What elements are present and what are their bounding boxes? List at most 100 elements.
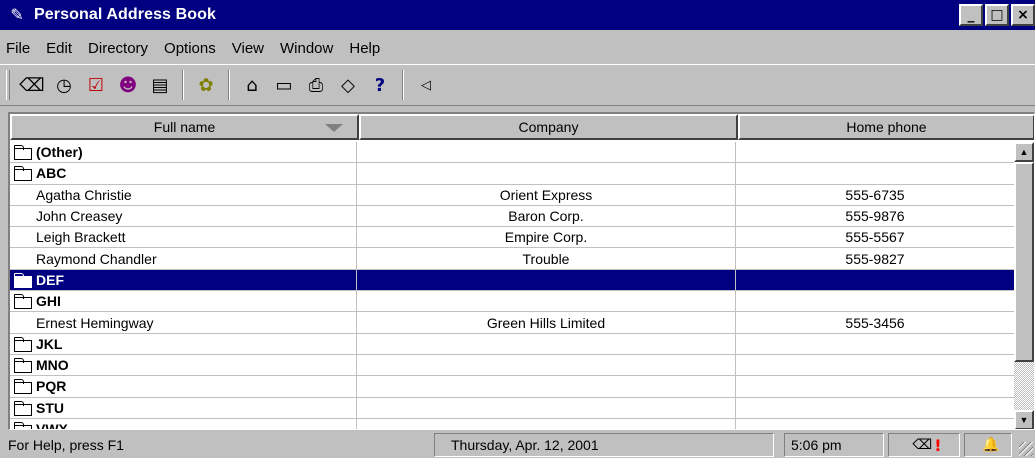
scroll-up-button[interactable]: ▲ <box>1014 142 1034 162</box>
cell-company <box>357 333 736 354</box>
cell-company: Empire Corp. <box>357 227 736 248</box>
scroll-down-button[interactable]: ▼ <box>1014 410 1034 429</box>
row-name-text: Agatha Christie <box>36 186 132 203</box>
cell-full-name: Ernest Hemingway <box>10 312 357 333</box>
cell-home-phone: 555-9876 <box>845 208 905 225</box>
cell-home-phone: 555-9827 <box>845 250 905 267</box>
table-row[interactable]: John Creasey Baron Corp. 555-9876 <box>10 205 1014 228</box>
table-row[interactable]: Agatha Christie Orient Express 555-6735 <box>10 184 1014 206</box>
group-row[interactable]: PQR <box>10 376 1014 398</box>
checkbox-icon[interactable]: ☑ <box>83 71 109 99</box>
cell-full-name: Agatha Christie <box>10 184 357 205</box>
address-book-icon[interactable]: ✎ <box>6 4 28 26</box>
cell-home-phone <box>736 163 1014 183</box>
table-row[interactable]: Raymond Chandler Trouble 555-9827 <box>10 248 1014 270</box>
table-row[interactable]: Ernest Hemingway Green Hills Limited 555-3… <box>10 312 1014 334</box>
address-card-icon[interactable]: ▤ <box>147 71 173 99</box>
group-row[interactable]: JKL <box>10 333 1014 355</box>
minimize-button[interactable]: _ <box>959 4 983 26</box>
open-folder-icon[interactable] <box>14 166 32 182</box>
toolbar-grip[interactable] <box>6 70 10 100</box>
folder-icon[interactable] <box>14 400 32 416</box>
group-row[interactable]: DEF <box>10 269 1014 292</box>
eraser-icon: ⌫ <box>912 437 933 453</box>
help-icon[interactable]: ? <box>367 71 393 99</box>
folder-icon[interactable] <box>14 336 32 352</box>
column-header-label: Full name <box>153 119 216 135</box>
group-row[interactable]: (Other) <box>10 142 1014 164</box>
row-name-text: MNO <box>36 357 69 374</box>
tag-icon[interactable]: ◇ <box>335 71 361 99</box>
cell-company: Baron Corp. <box>357 205 736 227</box>
open-folder-icon[interactable] <box>14 294 32 310</box>
cell-company <box>357 142 736 163</box>
cell-company <box>357 418 736 429</box>
clock-icon[interactable]: ◷ <box>51 71 77 99</box>
menu-window[interactable]: Window <box>272 40 341 57</box>
menu-options[interactable]: Options <box>156 40 224 57</box>
cell-full-name: (Other) <box>10 142 357 163</box>
resize-grip-icon[interactable] <box>1019 442 1033 456</box>
menu-directory[interactable]: Directory <box>80 40 156 57</box>
cell-company: Trouble <box>357 248 736 269</box>
contacts-icon[interactable]: ✿ <box>193 71 219 99</box>
cell-home-phone: 555-6735 <box>845 186 905 203</box>
menu-bar: File Edit Directory Options View Window … <box>0 36 1035 60</box>
cell-company <box>357 291 736 312</box>
folder-icon[interactable]: ▭ <box>271 71 297 99</box>
cell-home-phone <box>736 398 1014 418</box>
cell-home-phone <box>736 142 1014 162</box>
open-folder-icon[interactable]: ⌂ <box>239 71 265 99</box>
column-header-label: Home phone <box>846 119 927 135</box>
alert-icon: ! <box>934 435 942 455</box>
vertical-scrollbar[interactable]: ▲ ▼ <box>1014 142 1034 429</box>
toolbar-separator <box>402 70 404 100</box>
toolbar-separator <box>228 70 230 100</box>
close-button[interactable]: × <box>1011 4 1035 26</box>
cell-full-name: JKL <box>10 333 357 354</box>
address-list[interactable]: Full name Company Home phone (Other) ABC A… <box>8 112 1035 430</box>
printer-icon[interactable]: ⎙ <box>303 71 329 99</box>
cell-full-name: DEF <box>10 269 357 291</box>
menu-edit[interactable]: Edit <box>38 40 80 57</box>
column-header-company[interactable]: Company <box>359 114 738 140</box>
group-row[interactable]: GHI <box>10 291 1014 313</box>
menu-view[interactable]: View <box>224 40 272 57</box>
cell-home-phone: 555-3456 <box>845 314 905 331</box>
open-folder-icon[interactable] <box>14 422 32 429</box>
eraser-icon[interactable]: ⌫ <box>19 71 45 99</box>
status-bar: For Help, press F1 Thursday, Apr. 12, 20… <box>0 432 1035 458</box>
cell-full-name: Leigh Brackett <box>10 227 357 248</box>
cell-full-name: ABC <box>10 163 357 184</box>
list-rows: (Other) ABC Agatha Christie Orient Express 5… <box>10 142 1014 430</box>
scroll-thumb[interactable] <box>1014 162 1034 362</box>
group-row[interactable]: MNO <box>10 354 1014 377</box>
status-reminder[interactable]: 🔔 <box>964 433 1012 457</box>
row-name-text: John Creasey <box>36 208 123 225</box>
group-row[interactable]: VWX <box>10 418 1014 430</box>
arrow-left-icon[interactable]: ◁ <box>413 71 439 99</box>
column-header-full-name[interactable]: Full name <box>10 114 359 140</box>
row-name-text: VWX <box>36 421 68 430</box>
folder-icon[interactable] <box>14 379 32 395</box>
folder-icon[interactable] <box>14 145 32 161</box>
cell-company: Orient Express <box>357 184 736 205</box>
maximize-button[interactable]: □ <box>985 4 1009 26</box>
group-row[interactable]: STU <box>10 397 1014 419</box>
cell-company <box>357 354 736 376</box>
folder-icon[interactable] <box>14 272 32 288</box>
people-icon[interactable]: ☻ <box>115 71 141 99</box>
row-name-text: GHI <box>36 293 61 310</box>
cell-full-name: MNO <box>10 354 357 376</box>
title-bar[interactable]: ✎ Personal Address Book _ □ × <box>0 0 1035 30</box>
cell-full-name: STU <box>10 397 357 418</box>
folder-icon[interactable] <box>14 358 32 374</box>
group-row[interactable]: ABC <box>10 163 1014 185</box>
table-row[interactable]: Leigh Brackett Empire Corp. 555-5567 <box>10 227 1014 249</box>
menu-file[interactable]: File <box>0 40 38 57</box>
row-name-text: Leigh Brackett <box>36 229 126 246</box>
menu-help[interactable]: Help <box>341 40 388 57</box>
cell-home-phone <box>736 270 1014 290</box>
bell-icon: 🔔 <box>982 437 1000 453</box>
column-header-home-phone[interactable]: Home phone <box>738 114 1034 140</box>
